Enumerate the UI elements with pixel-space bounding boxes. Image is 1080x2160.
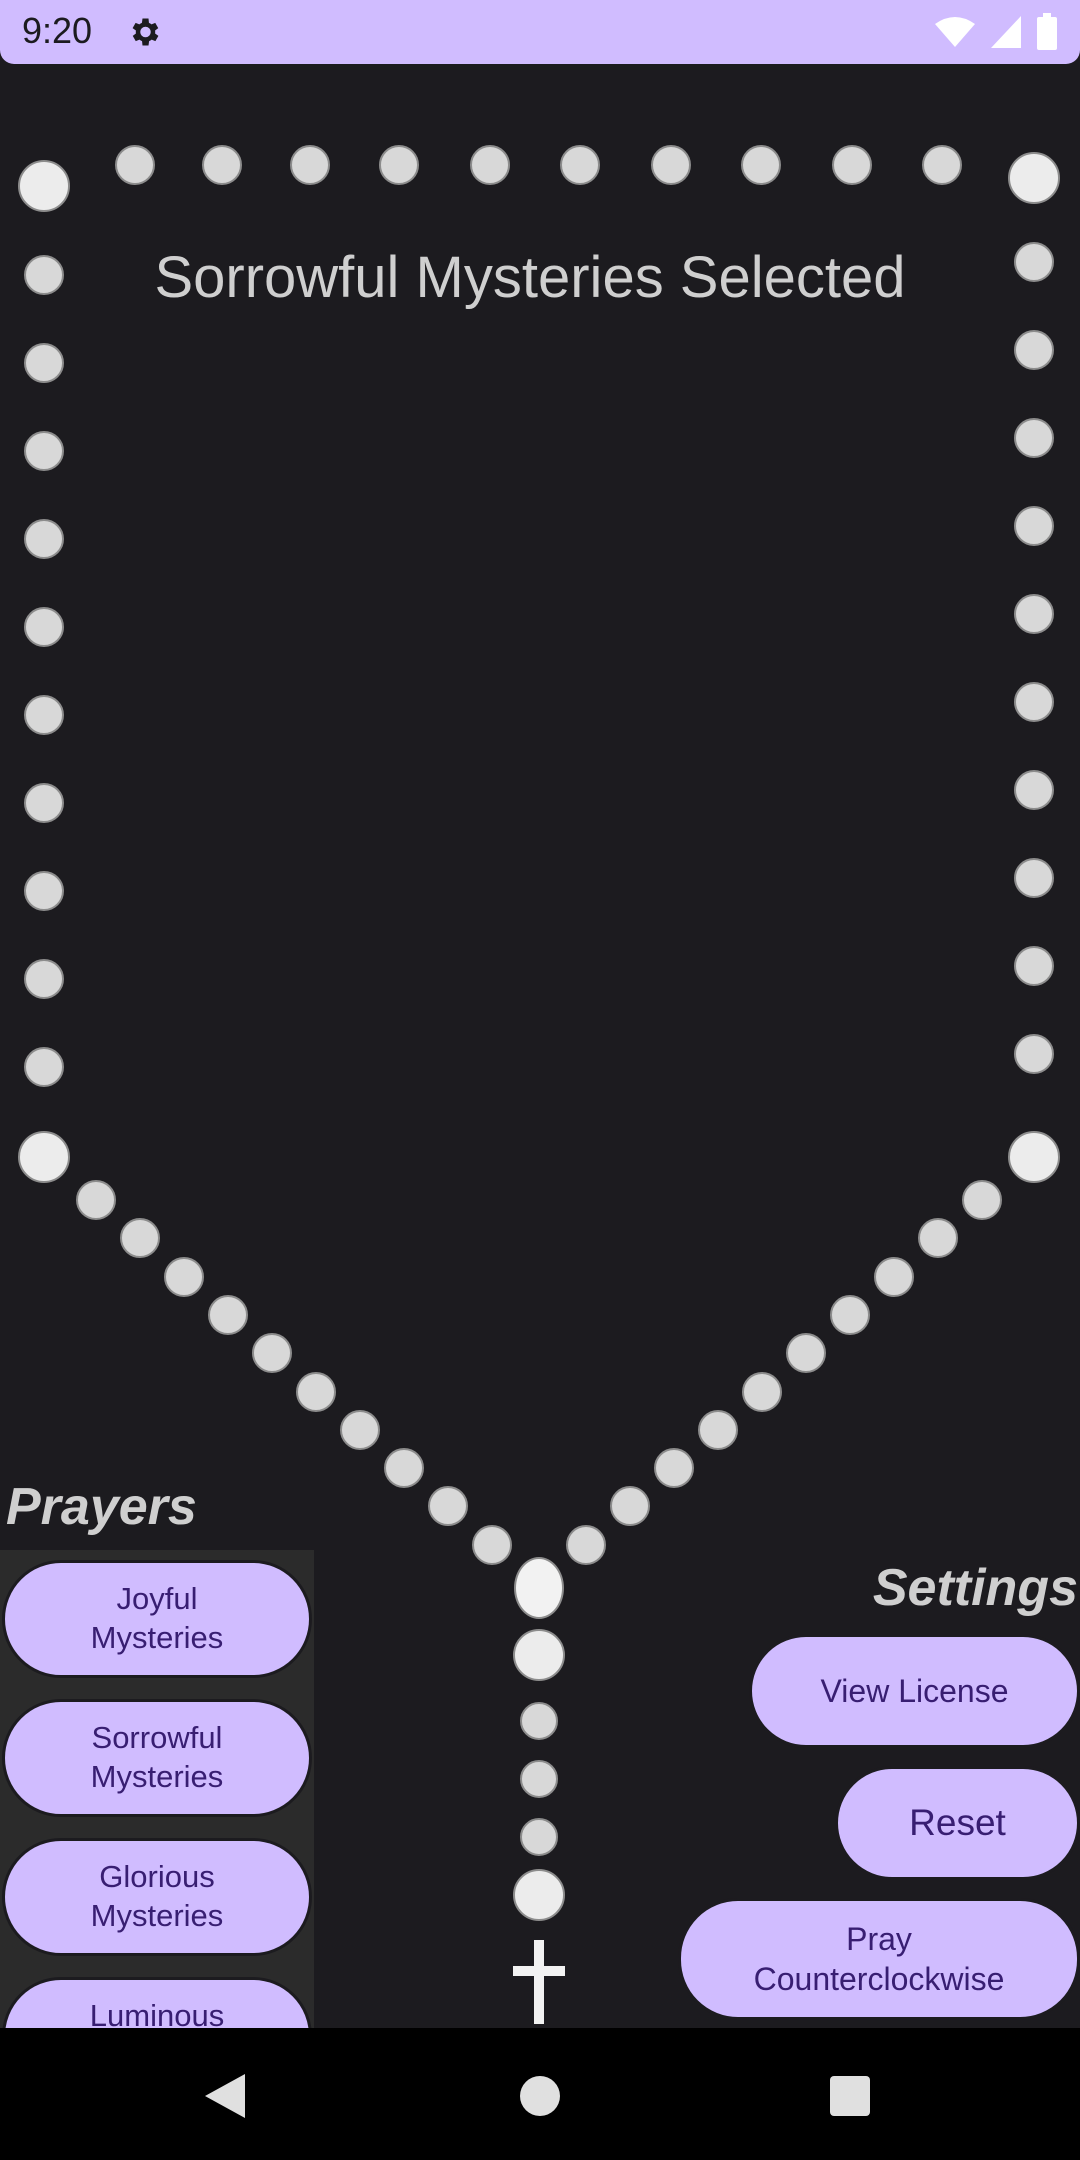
rosary-bead[interactable] [566,1524,606,1565]
reset-button[interactable]: Reset [835,1766,1080,1880]
recents-icon[interactable] [829,2075,871,2117]
rosary-bead[interactable] [514,1557,564,1619]
rosary-bead[interactable] [1014,594,1054,634]
rosary-bead[interactable] [340,1409,380,1450]
crucifix-icon[interactable] [513,1940,565,2024]
mystery-selection-title: Sorrowful Mysteries Selected [154,245,906,310]
rosary-bead[interactable] [513,1869,565,1921]
rosary-bead[interactable] [830,1294,870,1335]
prayers-list[interactable]: Joyful Mysteries Sorrowful Mysteries Glo… [0,1550,314,2028]
rosary-bead[interactable] [654,1448,694,1489]
rosary-bead[interactable] [520,1818,558,1856]
rosary-bead[interactable] [962,1180,1002,1220]
rosary-bead[interactable] [24,783,64,823]
settings-heading: Settings [872,1559,1078,1617]
rosary-bead[interactable] [115,145,155,185]
sorrowful-mysteries-button[interactable]: Sorrowful Mysteries [2,1699,312,1817]
rosary-bead[interactable] [610,1486,650,1527]
rosary-bead[interactable] [651,145,691,185]
rosary-bead[interactable] [786,1333,826,1374]
rosary-bead[interactable] [922,145,962,185]
rosary-bead[interactable] [1014,418,1054,458]
luminous-mysteries-button[interactable]: Luminous Mysteries [2,1977,312,2028]
rosary-bead[interactable] [520,1760,558,1798]
glorious-mysteries-button[interactable]: Glorious Mysteries [2,1838,312,1956]
rosary-bead[interactable] [1014,506,1054,546]
rosary-bead[interactable] [472,1524,512,1565]
rosary-bead[interactable] [24,695,64,735]
rosary-bead[interactable] [428,1486,468,1527]
rosary-bead[interactable] [24,343,64,383]
rosary-bead[interactable] [513,1629,565,1681]
rosary-bead[interactable] [18,160,70,212]
rosary-bead[interactable] [379,145,419,185]
back-icon[interactable] [203,2072,247,2120]
rosary-bead[interactable] [1014,858,1054,898]
navigation-bar [0,2028,1080,2160]
rosary-bead[interactable] [520,1702,558,1740]
rosary-bead[interactable] [24,1047,64,1087]
rosary-bead[interactable] [698,1409,738,1450]
prayers-heading: Prayers [6,1478,197,1536]
rosary-bead[interactable] [470,145,510,185]
rosary-bead[interactable] [1014,946,1054,986]
status-bar: 9:20 [0,0,1080,64]
rosary-bead[interactable] [741,145,781,185]
rosary-bead[interactable] [1014,330,1054,370]
rosary-bead[interactable] [24,607,64,647]
home-icon[interactable] [518,2074,562,2118]
wifi-icon [935,17,975,47]
battery-icon [1037,13,1057,50]
rosary-bead[interactable] [164,1256,204,1297]
rosary-bead[interactable] [24,959,64,999]
settings-gear-icon [132,18,159,46]
rosary-bead[interactable] [296,1371,336,1412]
view-license-button[interactable]: View License [749,1634,1080,1748]
rosary-bead[interactable] [1014,770,1054,810]
rosary-bead[interactable] [874,1256,914,1297]
rosary-bead[interactable] [1008,152,1060,204]
rosary-bead[interactable] [24,431,64,471]
rosary-bead[interactable] [208,1294,248,1335]
rosary-bead[interactable] [832,145,872,185]
rosary-bead[interactable] [24,519,64,559]
rosary-bead[interactable] [560,145,600,185]
rosary-bead[interactable] [1014,682,1054,722]
rosary-bead[interactable] [120,1218,160,1259]
rosary-bead[interactable] [24,871,64,911]
rosary-bead[interactable] [76,1180,116,1220]
rosary-bead[interactable] [202,145,242,185]
rosary-bead[interactable] [1014,1034,1054,1074]
rosary-bead[interactable] [742,1371,782,1412]
joyful-mysteries-button[interactable]: Joyful Mysteries [2,1560,312,1678]
signal-icon [991,16,1021,48]
rosary-bead[interactable] [918,1218,958,1259]
rosary-bead[interactable] [18,1131,70,1183]
rosary-bead[interactable] [384,1448,424,1489]
status-time: 9:20 [22,10,93,51]
rosary-bead[interactable] [252,1333,292,1374]
rosary-bead[interactable] [1008,1131,1060,1183]
rosary-bead[interactable] [290,145,330,185]
pray-counterclockwise-button[interactable]: Pray Counterclockwise [678,1898,1080,2020]
